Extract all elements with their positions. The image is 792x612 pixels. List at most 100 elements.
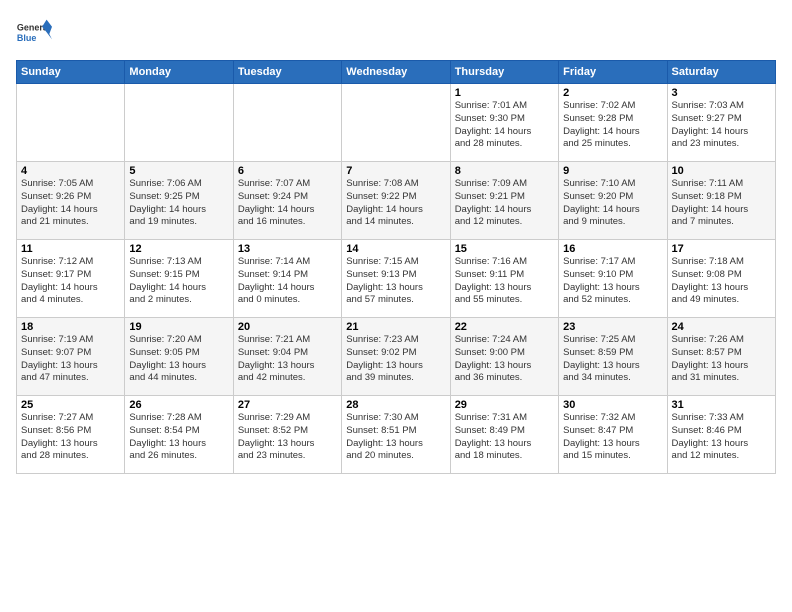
day-info: Sunrise: 7:31 AM Sunset: 8:49 PM Dayligh… bbox=[455, 412, 554, 463]
day-number: 16 bbox=[563, 243, 662, 255]
day-number: 31 bbox=[672, 399, 771, 411]
calendar-cell: 2Sunrise: 7:02 AM Sunset: 9:28 PM Daylig… bbox=[559, 84, 667, 162]
day-number: 18 bbox=[21, 321, 120, 333]
calendar-week-2: 4Sunrise: 7:05 AM Sunset: 9:26 PM Daylig… bbox=[17, 162, 776, 240]
day-info: Sunrise: 7:30 AM Sunset: 8:51 PM Dayligh… bbox=[346, 412, 445, 463]
calendar-cell: 7Sunrise: 7:08 AM Sunset: 9:22 PM Daylig… bbox=[342, 162, 450, 240]
weekday-header-monday: Monday bbox=[125, 61, 233, 84]
day-info: Sunrise: 7:16 AM Sunset: 9:11 PM Dayligh… bbox=[455, 256, 554, 307]
day-number: 3 bbox=[672, 87, 771, 99]
day-info: Sunrise: 7:14 AM Sunset: 9:14 PM Dayligh… bbox=[238, 256, 337, 307]
day-number: 2 bbox=[563, 87, 662, 99]
day-info: Sunrise: 7:32 AM Sunset: 8:47 PM Dayligh… bbox=[563, 412, 662, 463]
logo: General Blue bbox=[16, 16, 52, 52]
day-number: 29 bbox=[455, 399, 554, 411]
calendar-week-3: 11Sunrise: 7:12 AM Sunset: 9:17 PM Dayli… bbox=[17, 240, 776, 318]
day-number: 20 bbox=[238, 321, 337, 333]
weekday-header-thursday: Thursday bbox=[450, 61, 558, 84]
day-number: 9 bbox=[563, 165, 662, 177]
day-number: 24 bbox=[672, 321, 771, 333]
calendar-cell: 11Sunrise: 7:12 AM Sunset: 9:17 PM Dayli… bbox=[17, 240, 125, 318]
calendar-cell bbox=[342, 84, 450, 162]
day-info: Sunrise: 7:17 AM Sunset: 9:10 PM Dayligh… bbox=[563, 256, 662, 307]
day-number: 12 bbox=[129, 243, 228, 255]
day-number: 10 bbox=[672, 165, 771, 177]
day-number: 11 bbox=[21, 243, 120, 255]
day-info: Sunrise: 7:02 AM Sunset: 9:28 PM Dayligh… bbox=[563, 100, 662, 151]
day-info: Sunrise: 7:09 AM Sunset: 9:21 PM Dayligh… bbox=[455, 178, 554, 229]
day-info: Sunrise: 7:18 AM Sunset: 9:08 PM Dayligh… bbox=[672, 256, 771, 307]
day-info: Sunrise: 7:20 AM Sunset: 9:05 PM Dayligh… bbox=[129, 334, 228, 385]
day-number: 13 bbox=[238, 243, 337, 255]
calendar-header: SundayMondayTuesdayWednesdayThursdayFrid… bbox=[17, 61, 776, 84]
day-number: 4 bbox=[21, 165, 120, 177]
calendar-cell: 26Sunrise: 7:28 AM Sunset: 8:54 PM Dayli… bbox=[125, 396, 233, 474]
calendar-cell: 15Sunrise: 7:16 AM Sunset: 9:11 PM Dayli… bbox=[450, 240, 558, 318]
calendar-cell: 18Sunrise: 7:19 AM Sunset: 9:07 PM Dayli… bbox=[17, 318, 125, 396]
weekday-header-tuesday: Tuesday bbox=[233, 61, 341, 84]
day-number: 28 bbox=[346, 399, 445, 411]
calendar-cell: 4Sunrise: 7:05 AM Sunset: 9:26 PM Daylig… bbox=[17, 162, 125, 240]
day-number: 22 bbox=[455, 321, 554, 333]
calendar-cell bbox=[233, 84, 341, 162]
calendar-cell: 8Sunrise: 7:09 AM Sunset: 9:21 PM Daylig… bbox=[450, 162, 558, 240]
day-number: 30 bbox=[563, 399, 662, 411]
weekday-header-friday: Friday bbox=[559, 61, 667, 84]
calendar-cell: 5Sunrise: 7:06 AM Sunset: 9:25 PM Daylig… bbox=[125, 162, 233, 240]
day-number: 7 bbox=[346, 165, 445, 177]
day-info: Sunrise: 7:26 AM Sunset: 8:57 PM Dayligh… bbox=[672, 334, 771, 385]
calendar-table: SundayMondayTuesdayWednesdayThursdayFrid… bbox=[16, 60, 776, 474]
day-number: 6 bbox=[238, 165, 337, 177]
weekday-header-sunday: Sunday bbox=[17, 61, 125, 84]
calendar-cell: 17Sunrise: 7:18 AM Sunset: 9:08 PM Dayli… bbox=[667, 240, 775, 318]
day-info: Sunrise: 7:12 AM Sunset: 9:17 PM Dayligh… bbox=[21, 256, 120, 307]
day-info: Sunrise: 7:03 AM Sunset: 9:27 PM Dayligh… bbox=[672, 100, 771, 151]
calendar-cell: 31Sunrise: 7:33 AM Sunset: 8:46 PM Dayli… bbox=[667, 396, 775, 474]
day-info: Sunrise: 7:21 AM Sunset: 9:04 PM Dayligh… bbox=[238, 334, 337, 385]
calendar-cell: 6Sunrise: 7:07 AM Sunset: 9:24 PM Daylig… bbox=[233, 162, 341, 240]
header: General Blue bbox=[16, 16, 776, 52]
day-info: Sunrise: 7:06 AM Sunset: 9:25 PM Dayligh… bbox=[129, 178, 228, 229]
calendar-cell: 21Sunrise: 7:23 AM Sunset: 9:02 PM Dayli… bbox=[342, 318, 450, 396]
day-info: Sunrise: 7:29 AM Sunset: 8:52 PM Dayligh… bbox=[238, 412, 337, 463]
day-info: Sunrise: 7:25 AM Sunset: 8:59 PM Dayligh… bbox=[563, 334, 662, 385]
day-info: Sunrise: 7:27 AM Sunset: 8:56 PM Dayligh… bbox=[21, 412, 120, 463]
calendar-cell: 14Sunrise: 7:15 AM Sunset: 9:13 PM Dayli… bbox=[342, 240, 450, 318]
svg-text:Blue: Blue bbox=[17, 33, 37, 43]
day-info: Sunrise: 7:24 AM Sunset: 9:00 PM Dayligh… bbox=[455, 334, 554, 385]
weekday-header-row: SundayMondayTuesdayWednesdayThursdayFrid… bbox=[17, 61, 776, 84]
calendar-cell: 16Sunrise: 7:17 AM Sunset: 9:10 PM Dayli… bbox=[559, 240, 667, 318]
calendar-week-1: 1Sunrise: 7:01 AM Sunset: 9:30 PM Daylig… bbox=[17, 84, 776, 162]
calendar-cell: 27Sunrise: 7:29 AM Sunset: 8:52 PM Dayli… bbox=[233, 396, 341, 474]
day-info: Sunrise: 7:13 AM Sunset: 9:15 PM Dayligh… bbox=[129, 256, 228, 307]
day-number: 1 bbox=[455, 87, 554, 99]
day-number: 21 bbox=[346, 321, 445, 333]
calendar-cell bbox=[17, 84, 125, 162]
weekday-header-wednesday: Wednesday bbox=[342, 61, 450, 84]
logo-icon: General Blue bbox=[16, 16, 52, 52]
calendar-cell: 30Sunrise: 7:32 AM Sunset: 8:47 PM Dayli… bbox=[559, 396, 667, 474]
day-info: Sunrise: 7:10 AM Sunset: 9:20 PM Dayligh… bbox=[563, 178, 662, 229]
calendar-cell: 9Sunrise: 7:10 AM Sunset: 9:20 PM Daylig… bbox=[559, 162, 667, 240]
calendar-cell: 25Sunrise: 7:27 AM Sunset: 8:56 PM Dayli… bbox=[17, 396, 125, 474]
day-number: 15 bbox=[455, 243, 554, 255]
calendar-cell: 13Sunrise: 7:14 AM Sunset: 9:14 PM Dayli… bbox=[233, 240, 341, 318]
day-number: 17 bbox=[672, 243, 771, 255]
day-info: Sunrise: 7:33 AM Sunset: 8:46 PM Dayligh… bbox=[672, 412, 771, 463]
day-info: Sunrise: 7:05 AM Sunset: 9:26 PM Dayligh… bbox=[21, 178, 120, 229]
calendar-cell: 24Sunrise: 7:26 AM Sunset: 8:57 PM Dayli… bbox=[667, 318, 775, 396]
day-info: Sunrise: 7:01 AM Sunset: 9:30 PM Dayligh… bbox=[455, 100, 554, 151]
day-info: Sunrise: 7:08 AM Sunset: 9:22 PM Dayligh… bbox=[346, 178, 445, 229]
day-info: Sunrise: 7:15 AM Sunset: 9:13 PM Dayligh… bbox=[346, 256, 445, 307]
day-number: 25 bbox=[21, 399, 120, 411]
calendar-cell: 28Sunrise: 7:30 AM Sunset: 8:51 PM Dayli… bbox=[342, 396, 450, 474]
day-number: 26 bbox=[129, 399, 228, 411]
calendar-cell: 22Sunrise: 7:24 AM Sunset: 9:00 PM Dayli… bbox=[450, 318, 558, 396]
calendar-cell: 1Sunrise: 7:01 AM Sunset: 9:30 PM Daylig… bbox=[450, 84, 558, 162]
day-number: 27 bbox=[238, 399, 337, 411]
day-number: 5 bbox=[129, 165, 228, 177]
calendar-week-5: 25Sunrise: 7:27 AM Sunset: 8:56 PM Dayli… bbox=[17, 396, 776, 474]
day-number: 19 bbox=[129, 321, 228, 333]
calendar-cell: 12Sunrise: 7:13 AM Sunset: 9:15 PM Dayli… bbox=[125, 240, 233, 318]
day-info: Sunrise: 7:07 AM Sunset: 9:24 PM Dayligh… bbox=[238, 178, 337, 229]
